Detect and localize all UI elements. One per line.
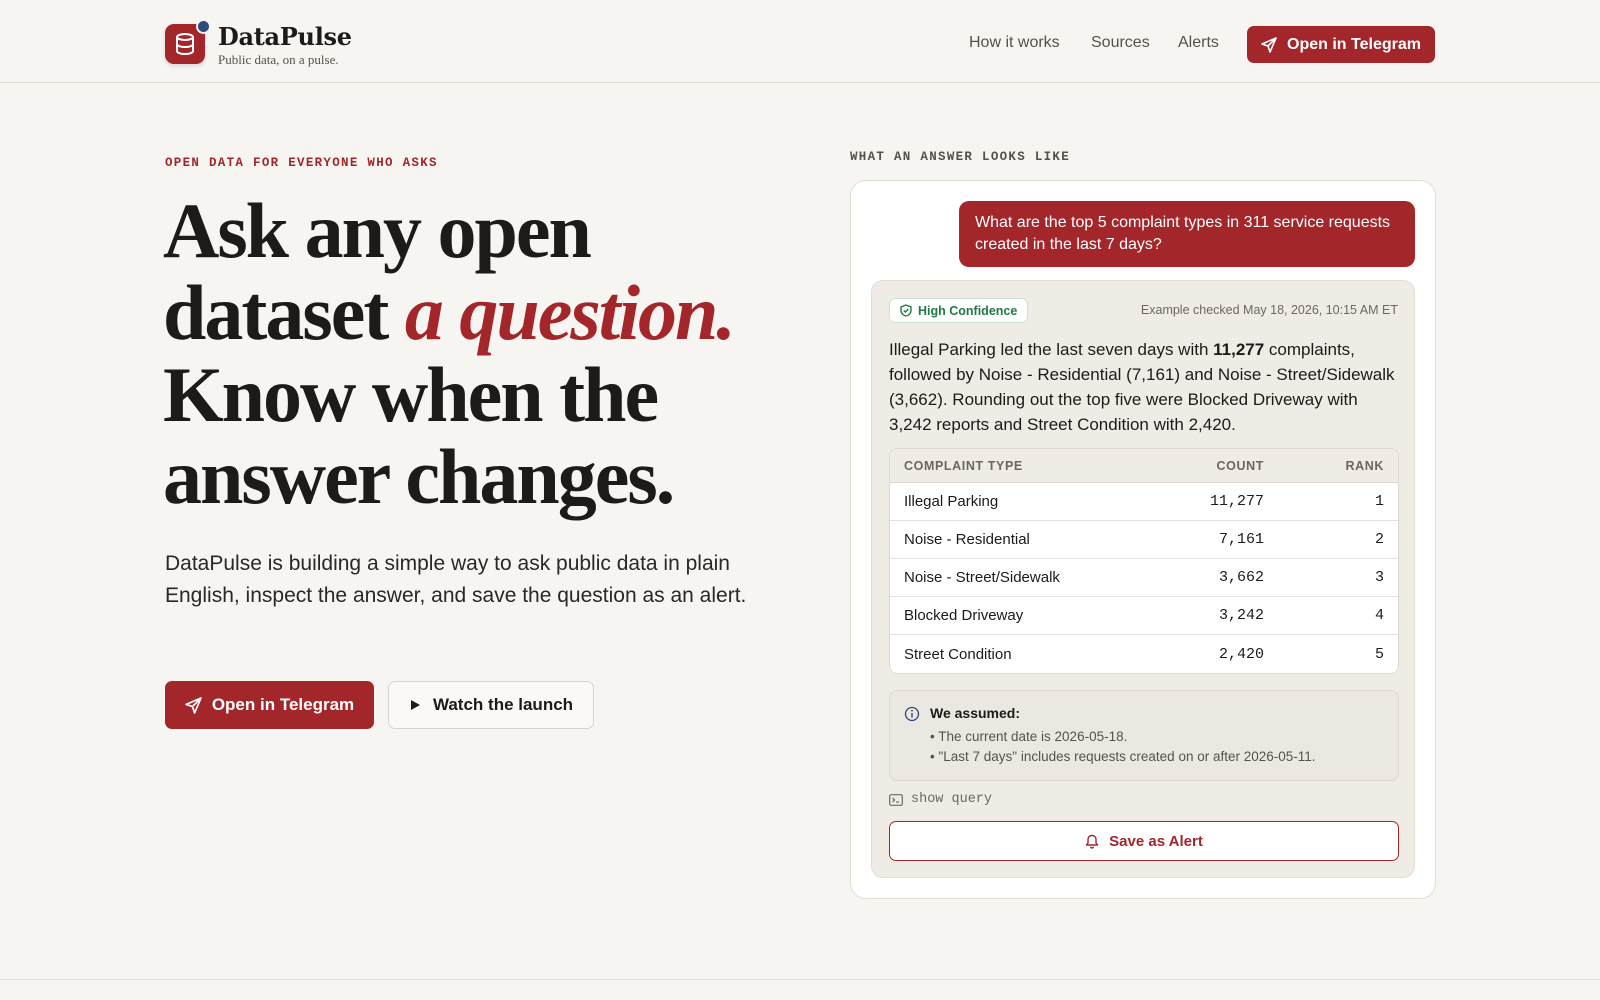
logo-badge-dot bbox=[196, 19, 211, 34]
cell-count: 3,662 bbox=[1218, 569, 1264, 586]
info-icon bbox=[904, 706, 920, 722]
cell-rank: 4 bbox=[1374, 607, 1384, 624]
answer-text: Illegal Parking led the last seven days … bbox=[889, 337, 1401, 437]
cell-rank: 3 bbox=[1374, 569, 1384, 586]
show-query-toggle[interactable]: show query bbox=[889, 792, 992, 807]
cell-type: Blocked Driveway bbox=[904, 607, 1024, 624]
cell-rank: 1 bbox=[1374, 493, 1384, 510]
send-icon bbox=[1261, 36, 1277, 53]
headline-part2: Know when the answer changes. bbox=[163, 351, 675, 520]
brand-name[interactable]: DataPulse bbox=[218, 22, 352, 51]
brand-tagline: Public data, on a pulse. bbox=[218, 52, 339, 67]
answer-pre: Illegal Parking led the last seven days … bbox=[889, 340, 1214, 359]
confidence-badge: High Confidence bbox=[889, 298, 1029, 323]
save-as-alert-button[interactable]: Save as Alert bbox=[889, 821, 1399, 861]
checked-timestamp: Example checked May 18, 2026, 10:15 AM E… bbox=[1140, 303, 1398, 317]
answer-panel: High Confidence Example checked May 18, … bbox=[871, 280, 1415, 878]
save-alert-label: Save as Alert bbox=[1109, 832, 1203, 850]
play-icon bbox=[410, 700, 420, 710]
assumptions-box: We assumed: • The current date is 2026-0… bbox=[889, 690, 1399, 781]
site-header: DataPulse Public data, on a pulse. How i… bbox=[0, 0, 1600, 83]
cell-count: 11,277 bbox=[1209, 493, 1264, 510]
cell-count: 3,242 bbox=[1218, 607, 1264, 624]
table-row: Illegal Parking 11,277 1 bbox=[890, 483, 1398, 521]
table-row: Noise - Residential 7,161 2 bbox=[890, 521, 1398, 559]
hero-eyebrow: OPEN DATA FOR EVERYONE WHO ASKS bbox=[165, 156, 438, 170]
assumption-item: • "Last 7 days" includes requests create… bbox=[930, 749, 1316, 764]
header-cta-label: Open in Telegram bbox=[1287, 35, 1421, 53]
answer-bold: 11,277 bbox=[1213, 340, 1265, 359]
nav-sources[interactable]: Sources bbox=[1091, 34, 1150, 52]
logo[interactable] bbox=[165, 19, 211, 64]
watch-launch-label: Watch the launch bbox=[432, 695, 574, 714]
table-row: Noise - Street/Sidewalk 3,662 3 bbox=[890, 559, 1398, 597]
header-open-telegram-button[interactable]: Open in Telegram bbox=[1247, 26, 1435, 63]
question-bubble: What are the top 5 complaint types in 31… bbox=[959, 201, 1415, 267]
cell-count: 2,420 bbox=[1218, 645, 1264, 663]
terminal-icon bbox=[889, 793, 903, 806]
nav-alerts[interactable]: Alerts bbox=[1178, 34, 1219, 52]
database-icon bbox=[176, 33, 194, 56]
send-icon bbox=[185, 696, 202, 714]
table-header: COMPLAINT TYPE COUNT RANK bbox=[890, 449, 1398, 483]
hero-subhead: DataPulse is building a simple way to as… bbox=[165, 552, 747, 607]
footer-divider bbox=[0, 979, 1600, 980]
watch-launch-button[interactable]: Watch the launch bbox=[388, 681, 594, 729]
cell-count: 7,161 bbox=[1218, 531, 1264, 548]
show-query-label: show query bbox=[911, 792, 993, 807]
assumptions-title: We assumed: bbox=[930, 705, 1020, 721]
example-card: What are the top 5 complaint types in 31… bbox=[850, 180, 1436, 899]
header-complaint-type: COMPLAINT TYPE bbox=[904, 458, 1023, 473]
confidence-label: High Confidence bbox=[918, 303, 1018, 318]
bell-icon bbox=[1085, 834, 1099, 849]
cell-type: Street Condition bbox=[904, 645, 1012, 663]
assumption-item: • The current date is 2026-05-18. bbox=[930, 729, 1128, 744]
cell-rank: 2 bbox=[1374, 531, 1384, 548]
hero-cta-label: Open in Telegram bbox=[211, 695, 355, 714]
table-row: Blocked Driveway 3,242 4 bbox=[890, 597, 1398, 635]
cell-type: Noise - Residential bbox=[904, 531, 1030, 548]
table-row: Street Condition 2,420 5 bbox=[890, 635, 1398, 673]
header-rank: RANK bbox=[1345, 458, 1384, 473]
results-table: COMPLAINT TYPE COUNT RANK Illegal Parkin… bbox=[889, 448, 1399, 674]
hero-headline: Ask any open dataset a question. Know wh… bbox=[163, 190, 803, 518]
cell-rank: 5 bbox=[1374, 645, 1384, 663]
example-label: WHAT AN ANSWER LOOKS LIKE bbox=[850, 150, 1071, 164]
cell-type: Noise - Street/Sidewalk bbox=[904, 569, 1060, 586]
headline-accent: a question. bbox=[404, 269, 736, 356]
header-count: COUNT bbox=[1216, 458, 1264, 473]
shield-check-icon bbox=[900, 304, 912, 317]
cell-type: Illegal Parking bbox=[904, 493, 999, 510]
nav-how-it-works[interactable]: How it works bbox=[969, 34, 1060, 52]
hero-open-telegram-button[interactable]: Open in Telegram bbox=[165, 681, 374, 729]
